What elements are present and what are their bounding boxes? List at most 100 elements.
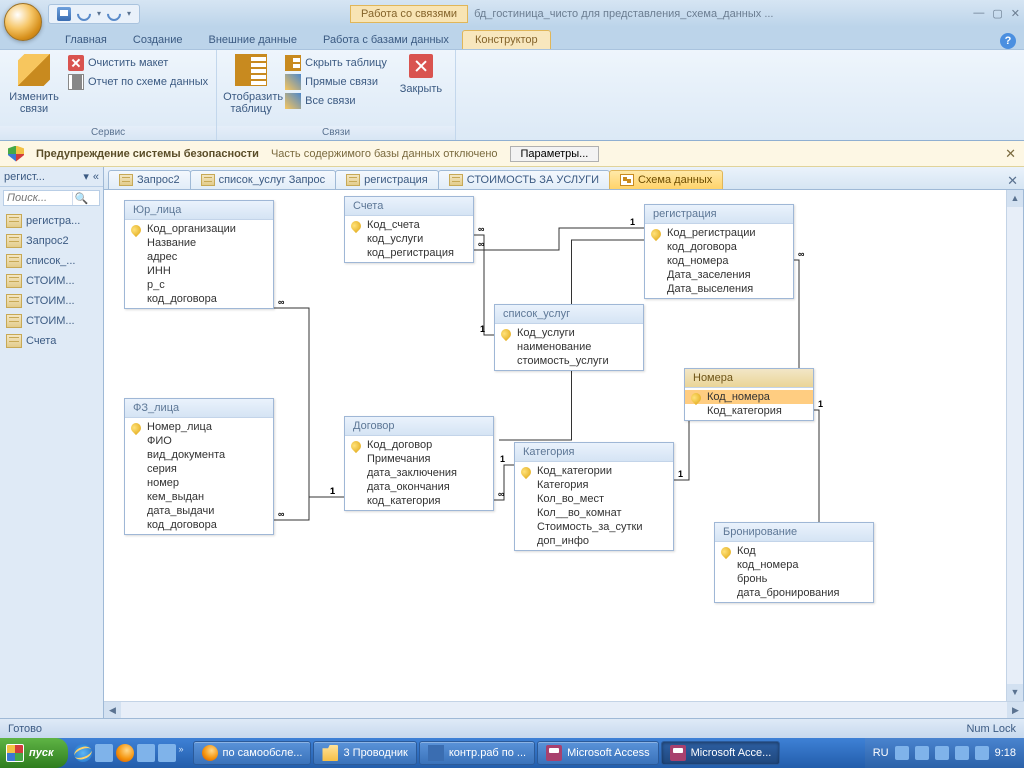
table-field[interactable]: код_договора — [125, 518, 273, 532]
table-field[interactable]: кем_выдан — [125, 490, 273, 504]
tab-external[interactable]: Внешние данные — [196, 30, 310, 49]
nav-item[interactable]: СТОИМ... — [0, 311, 103, 331]
table-field[interactable]: Код_категория — [685, 404, 813, 418]
table-field[interactable]: ФИО — [125, 434, 273, 448]
table-field[interactable]: ИНН — [125, 264, 273, 278]
ql-icon[interactable] — [158, 744, 176, 762]
table-header[interactable]: регистрация — [645, 205, 793, 224]
doc-tab[interactable]: Схема данных — [609, 170, 723, 189]
nav-item[interactable]: Счета — [0, 331, 103, 351]
table-field[interactable]: код_номера — [645, 254, 793, 268]
language-indicator[interactable]: RU — [873, 747, 889, 759]
edit-relationships-button[interactable]: Изменить связи — [6, 52, 62, 115]
table-field[interactable]: код_договора — [125, 292, 273, 306]
help-icon[interactable]: ? — [1000, 33, 1016, 49]
tab-home[interactable]: Главная — [52, 30, 120, 49]
tab-close-button[interactable]: ✕ — [1007, 173, 1018, 189]
minimize-button[interactable]: — — [973, 7, 984, 20]
clear-layout-button[interactable]: Очистить макет — [66, 54, 210, 72]
desktop-icon[interactable] — [95, 744, 113, 762]
table-header[interactable]: Юр_лица — [125, 201, 273, 220]
doc-tab[interactable]: СТОИМОСТЬ ЗА УСЛУГИ — [438, 170, 610, 189]
restore-button[interactable]: ▢ — [992, 7, 1002, 20]
start-button[interactable]: пуск — [0, 738, 68, 768]
table-sch[interactable]: СчетаКод_счетакод_услугикод_регистрация — [344, 196, 474, 263]
table-field[interactable]: р_с — [125, 278, 273, 292]
table-field[interactable]: Код_регистрации — [645, 226, 793, 240]
task-button[interactable]: Microsoft Acce... — [661, 741, 781, 765]
table-header[interactable]: Счета — [345, 197, 473, 216]
show-table-button[interactable]: Отобразить таблицу — [223, 52, 279, 115]
table-nom[interactable]: НомераКод_номераКод_категория — [684, 368, 814, 421]
nav-item[interactable]: регистра... — [0, 211, 103, 231]
nav-item[interactable]: СТОИМ... — [0, 271, 103, 291]
direct-rel-button[interactable]: Прямые связи — [283, 73, 389, 91]
nav-item[interactable]: список_... — [0, 251, 103, 271]
table-header[interactable]: Номера — [685, 369, 813, 388]
chevron-down-icon[interactable]: ▾ — [83, 170, 89, 183]
tray-icon[interactable] — [975, 746, 989, 760]
table-field[interactable]: Код_категории — [515, 464, 673, 478]
table-field[interactable]: дата_заключения — [345, 466, 493, 480]
task-button[interactable]: Microsoft Access — [537, 741, 659, 765]
table-field[interactable]: Кол__во_комнат — [515, 506, 673, 520]
relationships-canvas[interactable]: ∞1∞1∞1∞1∞1∞1∞11∞1∞ ▲▼ Юр_лицаКод_организ… — [104, 190, 1024, 701]
table-field[interactable]: дата_выдачи — [125, 504, 273, 518]
table-field[interactable]: бронь — [715, 572, 873, 586]
table-field[interactable]: вид_документа — [125, 448, 273, 462]
nav-item[interactable]: Запрос2 — [0, 231, 103, 251]
doc-tab[interactable]: список_услуг Запрос — [190, 170, 337, 189]
office-button[interactable] — [4, 3, 42, 41]
table-yur[interactable]: Юр_лица Код_организацииНазваниеадресИННр_… — [124, 200, 274, 309]
tray-icon[interactable] — [895, 746, 909, 760]
tray-icon[interactable] — [935, 746, 949, 760]
table-field[interactable]: Код — [715, 544, 873, 558]
redo-icon[interactable] — [104, 4, 124, 24]
relationship-report-button[interactable]: Отчет по схеме данных — [66, 73, 210, 91]
table-dog[interactable]: ДоговорКод_договорПримечаниядата_заключе… — [344, 416, 494, 511]
doc-tab[interactable]: регистрация — [335, 170, 439, 189]
table-field[interactable]: Кол_во_мест — [515, 492, 673, 506]
ql-expand[interactable]: » — [179, 744, 184, 762]
doc-tab[interactable]: Запрос2 — [108, 170, 191, 189]
ql-icon[interactable] — [137, 744, 155, 762]
nav-item[interactable]: СТОИМ... — [0, 291, 103, 311]
security-close-button[interactable]: ✕ — [1005, 146, 1016, 162]
task-button[interactable]: контр.раб по ... — [419, 741, 535, 765]
table-field[interactable]: Дата_заселения — [645, 268, 793, 282]
table-field[interactable]: доп_инфо — [515, 534, 673, 548]
table-field[interactable]: наименование — [495, 340, 643, 354]
task-button[interactable]: 3 Проводник — [313, 741, 416, 765]
ie-icon[interactable] — [74, 744, 92, 762]
table-field[interactable]: код_категория — [345, 494, 493, 508]
table-field[interactable]: код_номера — [715, 558, 873, 572]
table-header[interactable]: Категория — [515, 443, 673, 462]
table-field[interactable]: адрес — [125, 250, 273, 264]
horizontal-scrollbar[interactable]: ◀▶ — [104, 701, 1024, 718]
clock[interactable]: 9:18 — [995, 747, 1016, 759]
table-field[interactable]: Категория — [515, 478, 673, 492]
table-field[interactable]: дата_окончания — [345, 480, 493, 494]
table-field[interactable]: код_договора — [645, 240, 793, 254]
security-options-button[interactable]: Параметры... — [510, 146, 600, 162]
table-field[interactable]: Код_организации — [125, 222, 273, 236]
table-field[interactable]: Название — [125, 236, 273, 250]
table-field[interactable]: номер — [125, 476, 273, 490]
tab-create[interactable]: Создание — [120, 30, 196, 49]
table-header[interactable]: список_услуг — [495, 305, 643, 324]
table-header[interactable]: Договор — [345, 417, 493, 436]
hide-table-button[interactable]: Скрыть таблицу — [283, 54, 389, 72]
table-reg[interactable]: регистрация Код_регистрациикод_договорако… — [644, 204, 794, 299]
table-spis[interactable]: список_услугКод_услугинаименованиестоимо… — [494, 304, 644, 371]
table-field[interactable]: стоимость_услуги — [495, 354, 643, 368]
firefox-icon[interactable] — [116, 744, 134, 762]
nav-collapse-icon[interactable]: « — [93, 171, 99, 183]
table-field[interactable]: Примечания — [345, 452, 493, 466]
undo-icon[interactable] — [74, 4, 94, 24]
search-icon[interactable]: 🔍 — [72, 192, 90, 205]
close-button[interactable]: ✕ — [1011, 7, 1020, 20]
table-field[interactable]: Код_счета — [345, 218, 473, 232]
save-icon[interactable] — [57, 7, 71, 21]
tray-icon[interactable] — [955, 746, 969, 760]
table-bron[interactable]: БронированиеКодкод_номераброньдата_брони… — [714, 522, 874, 603]
